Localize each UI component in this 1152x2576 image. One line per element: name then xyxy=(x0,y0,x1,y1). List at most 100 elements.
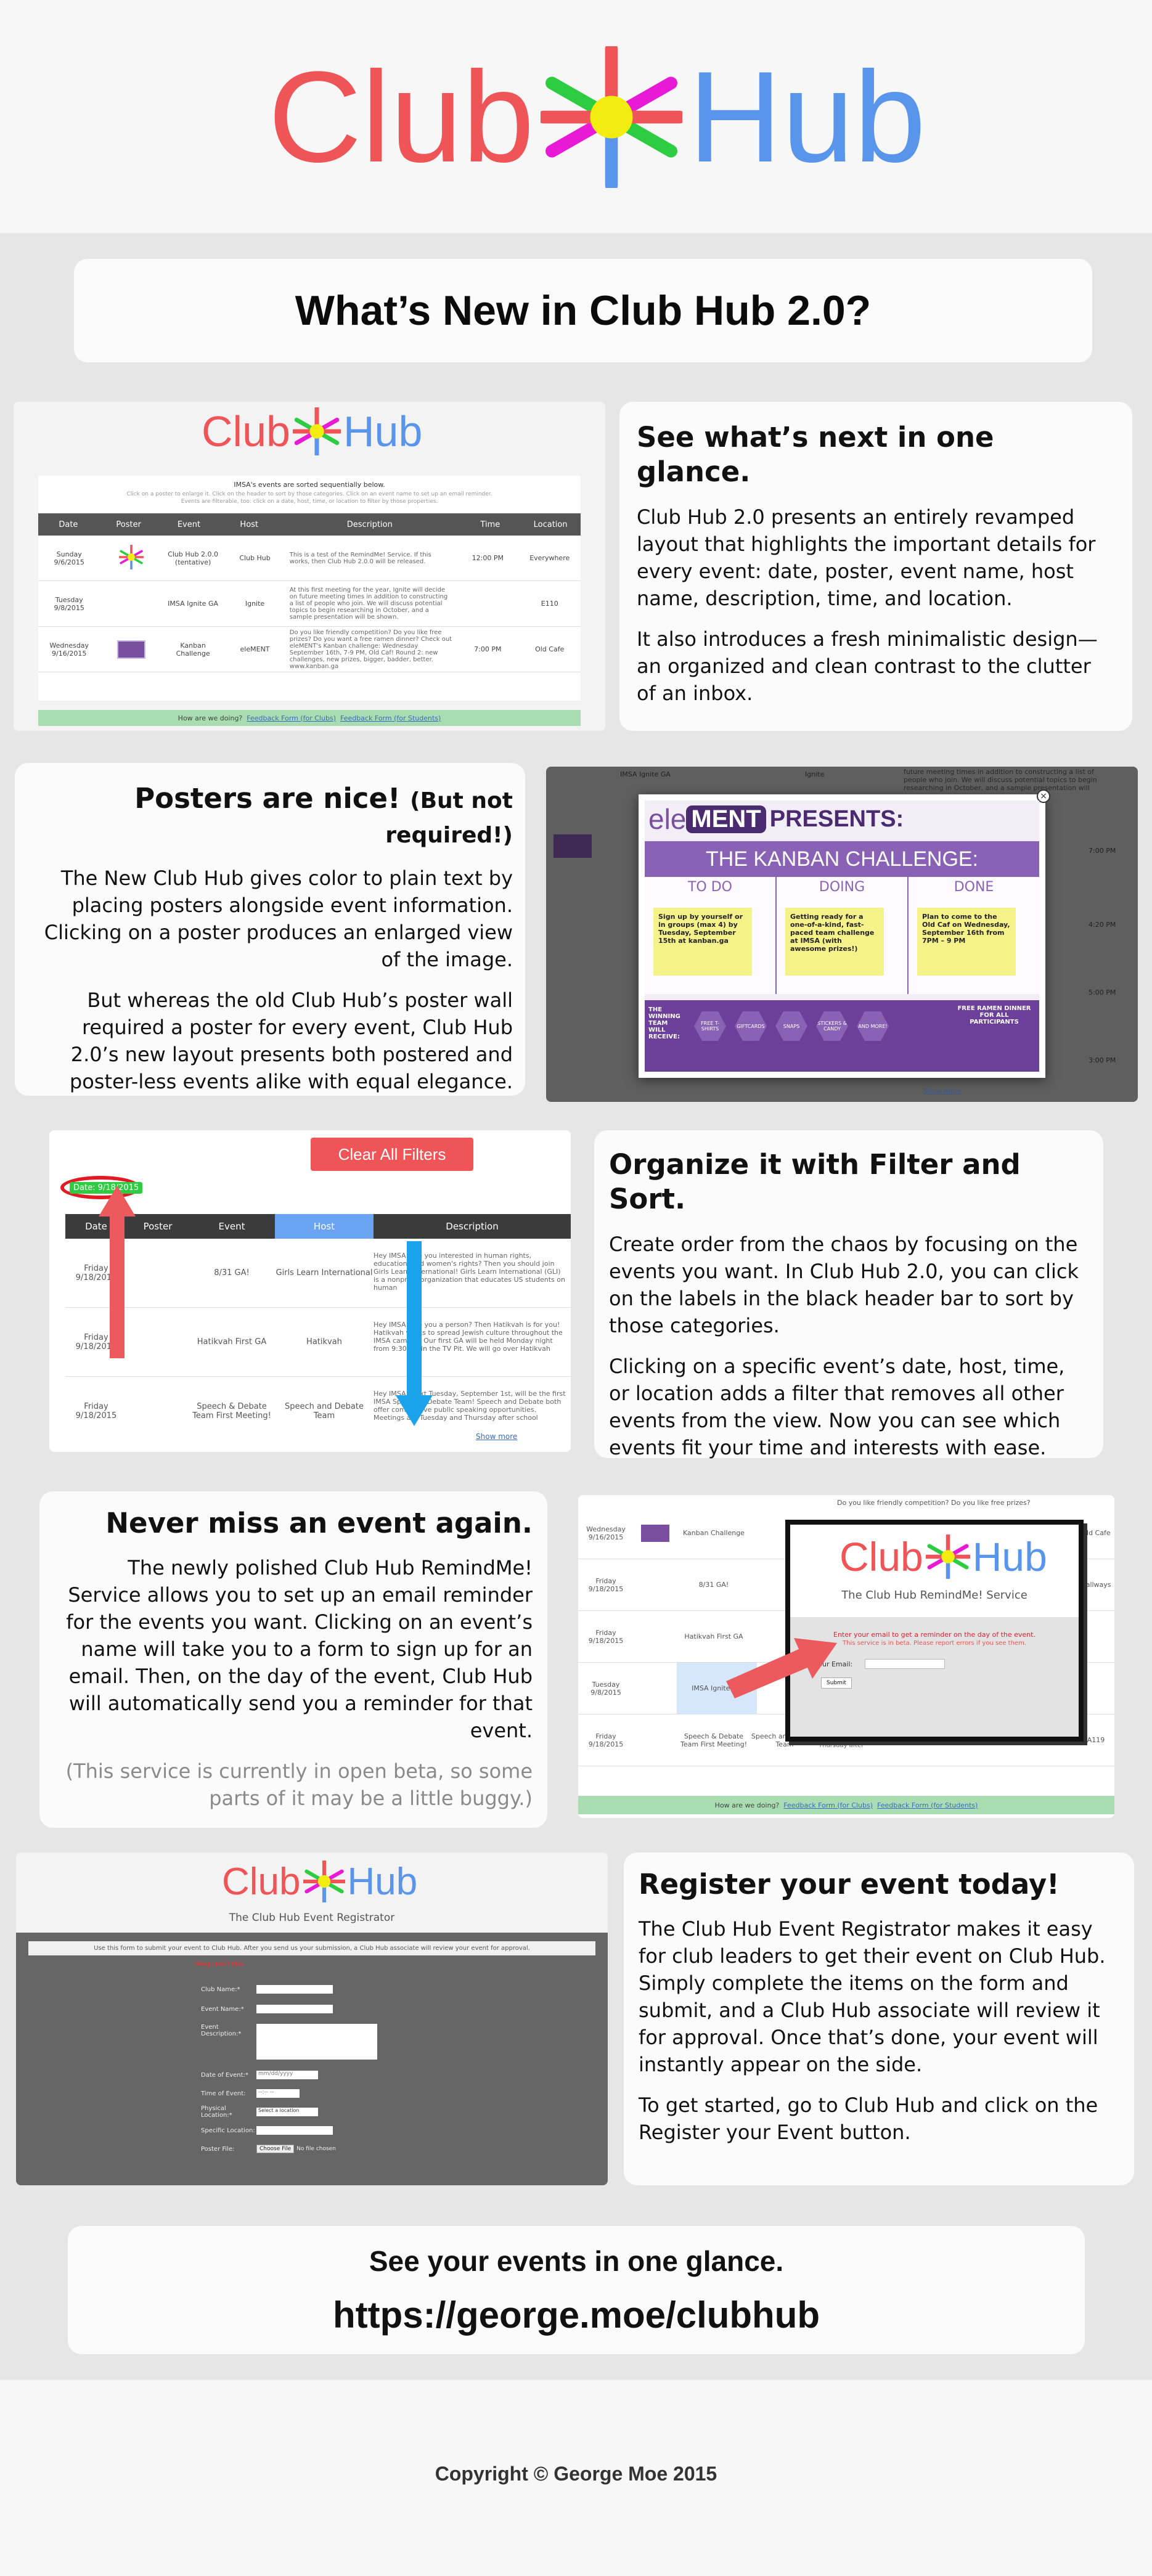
footer-url-link[interactable]: https://george.moe/clubhub xyxy=(333,2294,820,2336)
glance-p2: It also introduces a fresh minimalistic … xyxy=(637,627,1098,705)
poster-prizes: FREE T-SHIRTS GIFTCARDS SNAPS STICKERS &… xyxy=(694,1011,889,1041)
cell-date[interactable]: Wednesday 9/16/2015 xyxy=(578,1525,634,1541)
cell-date[interactable]: Friday 9/18/2015 xyxy=(578,1629,634,1645)
register-text-card: Register your event today! The Club Hub … xyxy=(624,1853,1134,2185)
feedback-students-link[interactable]: Feedback Form (for Students) xyxy=(877,1801,978,1809)
star-poster-icon[interactable] xyxy=(118,544,144,571)
file-status: No file chosen xyxy=(296,2146,336,2152)
cell-event[interactable]: 8/31 GA! xyxy=(677,1581,751,1589)
table-row: Tuesday 9/8/2015 IMSA Ignite GA Ignite A… xyxy=(38,581,581,627)
field-label: Event Description:* xyxy=(201,2024,242,2037)
cell-location[interactable]: E110 xyxy=(519,600,581,608)
cell-host[interactable]: eleMENT xyxy=(224,645,285,653)
field-row: Date of Event:* mm/dd/yyyy xyxy=(201,2066,377,2084)
kanban-poster-thumb[interactable] xyxy=(116,640,145,659)
required-note: *Required fields xyxy=(195,1961,244,1968)
col-description[interactable]: Description xyxy=(279,520,460,529)
cell-event[interactable]: 8/31 GA! xyxy=(189,1268,275,1278)
poster-col-done-label: DONE xyxy=(954,879,994,895)
poster-presents: PRESENTS: xyxy=(769,805,904,832)
cell-event[interactable]: Speech & Debate Team First Meeting! xyxy=(677,1732,751,1748)
glance-text-card: See what’s next in one glance. Club Hub … xyxy=(619,402,1132,731)
cell-event[interactable]: IMSA Ignite GA xyxy=(162,600,224,608)
cell-host[interactable]: Hatikvah xyxy=(275,1337,374,1347)
col-location[interactable]: Location xyxy=(520,520,581,529)
register-screenshot: Club Hub The Club Hub Event Registrator … xyxy=(16,1853,608,2185)
specific-location-input[interactable] xyxy=(256,2126,333,2135)
section-register: Club Hub The Club Hub Event Registrator … xyxy=(0,1846,1152,2204)
cell-host[interactable]: Girls Learn International xyxy=(275,1268,374,1278)
cell-time[interactable]: 7:00 PM xyxy=(457,645,518,653)
col-host[interactable]: Host xyxy=(275,1214,374,1239)
cell-event[interactable]: Speech & Debate Team First Meeting! xyxy=(189,1402,275,1420)
glance-p1: Club Hub 2.0 presents an entirely revamp… xyxy=(637,505,1096,610)
register-logo-club: Club xyxy=(222,1860,301,1903)
feedback-students-link[interactable]: Feedback Form (for Students) xyxy=(340,714,441,722)
choose-file-button[interactable]: Choose File xyxy=(256,2145,295,2153)
prize-hex: GIFTCARDS xyxy=(735,1011,767,1041)
register-logo: Club Hub xyxy=(222,1860,417,1903)
field-row: Club Name:* xyxy=(201,1979,377,1999)
bg-show-more[interactable]: Show more xyxy=(923,1087,962,1095)
feedback-clubs-link[interactable]: Feedback Form (for Clubs) xyxy=(247,714,336,722)
cell-host[interactable]: Club Hub xyxy=(224,554,285,562)
event-description-textarea[interactable] xyxy=(256,2024,377,2060)
pointer-arrow-icon xyxy=(726,1638,837,1698)
col-event[interactable]: Event xyxy=(189,1221,275,1232)
feedback-text: How are we doing? xyxy=(178,714,243,722)
table-row: Friday 9/18/2015 8/31 GA! Girls Learn In… xyxy=(65,1239,571,1308)
cell-location[interactable]: Everywhere xyxy=(519,554,581,562)
club-name-input[interactable] xyxy=(256,1985,333,1994)
col-date[interactable]: Date xyxy=(38,520,99,529)
cell-event[interactable]: Hatikvah First GA xyxy=(189,1337,275,1347)
show-more-link[interactable]: Show more xyxy=(476,1432,517,1441)
col-time[interactable]: Time xyxy=(460,520,520,529)
filter-p2: Clicking on a specific event’s date, hos… xyxy=(609,1354,1065,1459)
modal-logo-hub: Hub xyxy=(972,1534,1047,1579)
col-event[interactable]: Event xyxy=(159,520,219,529)
cell-poster[interactable] xyxy=(100,544,161,571)
bg-poster-thumb xyxy=(554,834,592,858)
col-host[interactable]: Host xyxy=(219,520,279,529)
date-input[interactable]: mm/dd/yyyy xyxy=(256,2071,318,2079)
event-name-input[interactable] xyxy=(256,2005,333,2013)
poster-col-doing: DOING Getting ready for a one-of-a-kind,… xyxy=(777,877,909,994)
poster-dinner: FREE RAMEN DINNER FOR ALL PARTICIPANTS xyxy=(957,1005,1031,1025)
down-arrow-icon xyxy=(396,1241,433,1426)
posters-p2: But whereas the old Club Hub’s poster wa… xyxy=(69,988,513,1093)
cell-date[interactable]: Friday 9/18/2015 xyxy=(578,1577,634,1593)
col-poster[interactable]: Poster xyxy=(127,1221,189,1232)
footer-tagline: See your events in one glance. xyxy=(369,2244,784,2277)
cell-date[interactable]: Sunday 9/6/2015 xyxy=(38,550,100,566)
cell-date[interactable]: Tuesday 9/8/2015 xyxy=(38,596,100,612)
time-input[interactable]: --:-- -- xyxy=(256,2089,300,2098)
field-row: Specific Location: xyxy=(201,2121,377,2140)
prize-hex: AND MORE! xyxy=(857,1011,889,1041)
poster-title: THE KANBAN CHALLENGE: xyxy=(645,841,1039,877)
cell-event[interactable]: Kanban Challenge xyxy=(677,1529,751,1537)
cell-poster[interactable] xyxy=(100,640,161,659)
email-field[interactable] xyxy=(865,1659,946,1669)
cell-date[interactable]: Wednesday 9/16/2015 xyxy=(38,642,100,658)
cell-date[interactable]: Tuesday 9/8/2015 xyxy=(578,1681,634,1697)
kanban-poster-thumb[interactable] xyxy=(641,1524,669,1542)
feedback-bar: How are we doing? Feedback Form (for Clu… xyxy=(38,710,581,726)
filter-heading: Organize it with Filter and Sort. xyxy=(609,1148,1021,1216)
cell-event[interactable]: Club Hub 2.0.0 (tentative) xyxy=(162,550,224,566)
col-poster[interactable]: Poster xyxy=(99,520,159,529)
poster-col-doing-label: DOING xyxy=(819,879,865,895)
cell-host[interactable]: Speech and Debate Team xyxy=(275,1402,374,1420)
col-description[interactable]: Description xyxy=(374,1221,571,1232)
location-select[interactable]: Select a location xyxy=(256,2108,318,2116)
cell-date[interactable]: Friday 9/18/2015 xyxy=(578,1732,634,1748)
clear-filters-button[interactable]: Clear All Filters xyxy=(311,1138,473,1171)
cell-location[interactable]: Old Cafe xyxy=(519,645,581,653)
feedback-clubs-link[interactable]: Feedback Form (for Clubs) xyxy=(783,1801,873,1809)
cell-event[interactable]: Kanban Challenge xyxy=(162,642,224,658)
bg-time3: 5:00 PM xyxy=(1089,988,1116,997)
cell-host[interactable]: Ignite xyxy=(224,600,285,608)
cell-date[interactable]: Friday 9/18/2015 xyxy=(65,1402,127,1420)
cell-time[interactable]: 12:00 PM xyxy=(457,554,518,562)
remind-text-card: Never miss an event again. The newly pol… xyxy=(39,1491,547,1828)
register-subtitle: The Club Hub Event Registrator xyxy=(229,1912,395,1924)
